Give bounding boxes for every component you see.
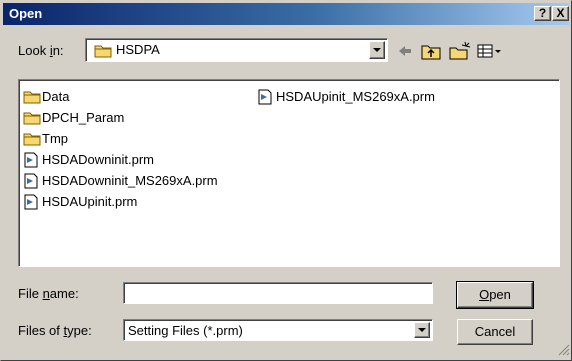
file-icon (23, 152, 39, 171)
folder-icon (23, 110, 41, 128)
help-button[interactable]: ? (534, 6, 551, 21)
cancel-button[interactable]: Cancel (457, 319, 533, 345)
new-folder-icon[interactable] (448, 41, 472, 61)
back-icon[interactable] (395, 41, 415, 61)
file-type-label: Files of type: (18, 323, 92, 338)
file-icon (23, 194, 39, 213)
chevron-down-icon[interactable] (414, 322, 430, 338)
look-in-dropdown[interactable]: HSDPA (85, 38, 388, 62)
file-type-value: Setting Files (*.prm) (128, 323, 243, 338)
file-name-label: File name: (18, 286, 79, 301)
resize-grip-icon[interactable] (558, 344, 570, 359)
chevron-down-icon[interactable] (369, 41, 385, 59)
file-icon (23, 173, 39, 192)
close-button[interactable]: X (552, 6, 569, 21)
up-folder-icon[interactable] (420, 41, 442, 61)
file-type-dropdown[interactable]: Setting Files (*.prm) (123, 319, 433, 341)
open-dialog: Open ? X Look in: HSDPA Data DPCH_Param (0, 0, 572, 361)
look-in-label: Look in: (18, 43, 64, 58)
folder-icon (23, 131, 41, 149)
file-list[interactable]: Data DPCH_Param Tmp HSDADowninit.prm HSD… (18, 79, 560, 267)
folder-icon (94, 43, 112, 61)
file-icon (257, 89, 273, 108)
look-in-value: HSDPA (116, 42, 160, 57)
dialog-title: Open (9, 6, 43, 21)
file-name-input[interactable] (123, 282, 433, 304)
open-button[interactable]: Open (456, 281, 534, 309)
folder-icon (23, 89, 41, 107)
title-bar[interactable]: Open ? X (3, 3, 569, 25)
view-menu-icon[interactable] (476, 41, 502, 61)
